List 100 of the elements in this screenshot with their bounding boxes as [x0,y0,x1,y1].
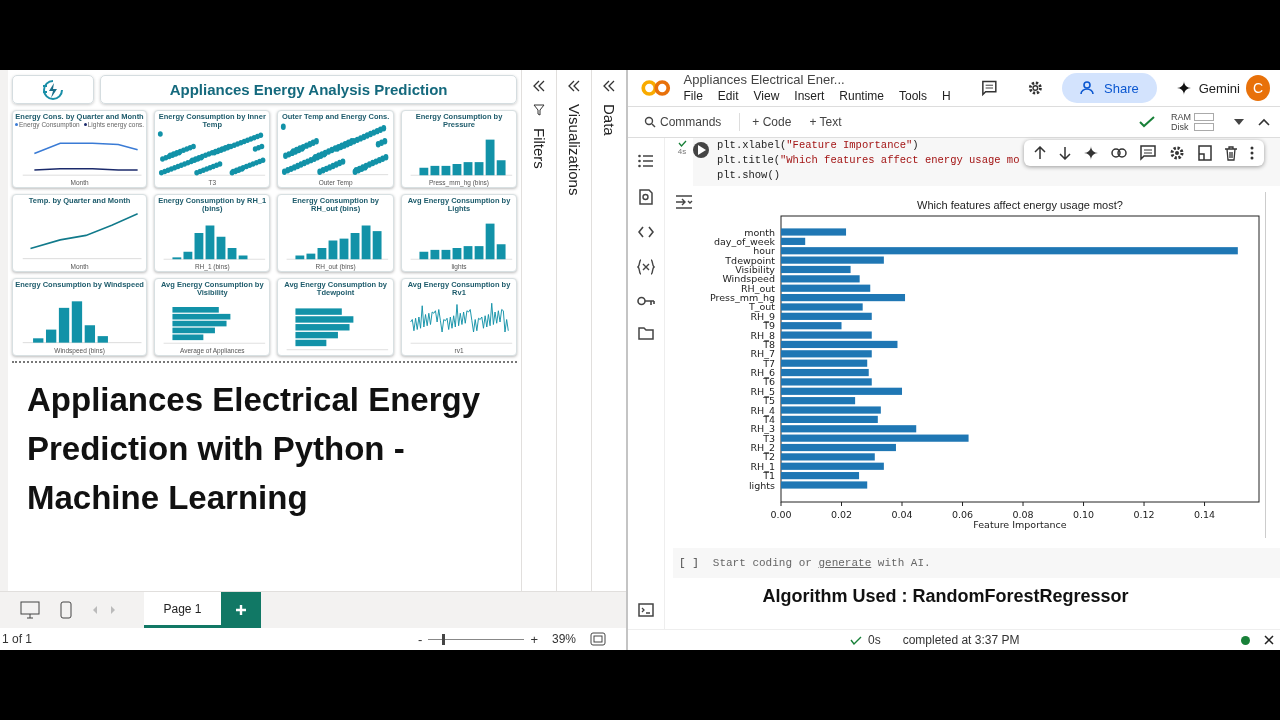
category-label: RH_5 [750,385,775,397]
category-label: RH_3 [750,423,775,435]
check-icon [1139,116,1155,128]
commands-button[interactable]: Commands [638,114,728,130]
tick-label: 0.14 [1193,509,1216,520]
tick-label: 0.00 [770,509,792,520]
tick-label: 0.08 [1012,509,1034,520]
code-line: plt.xlabel("Feature Importance") [717,138,920,153]
table-of-contents-icon[interactable] [638,154,654,168]
page-count: 1 of 1 [2,632,33,646]
search-icon [644,116,656,128]
category-label: Tdewpoint [725,254,775,266]
logo-icon [640,79,672,97]
menu-item[interactable]: File [683,89,703,103]
category-label: RH_7 [750,348,775,360]
more-icon[interactable] [1250,146,1254,160]
settings-icon[interactable] [1027,79,1045,97]
check-icon [677,140,687,147]
add-text-button[interactable]: + Text [803,114,848,130]
output-icon[interactable] [675,194,693,210]
zoom-thumb[interactable] [441,633,445,645]
menu-item[interactable]: Runtime [839,89,884,103]
collapse-icon[interactable] [532,80,547,92]
comment-icon[interactable] [1140,145,1156,161]
caption-line: Appliances Electrical Energy [27,380,482,420]
connected-indicator [1241,635,1250,645]
side-pane[interactable]: Data [591,70,626,591]
settings-icon[interactable] [1169,145,1185,161]
move-down-icon[interactable] [1059,146,1071,160]
dropdown-icon[interactable] [1234,119,1244,125]
desktop-icon[interactable] [20,601,40,619]
delete-icon[interactable] [1225,145,1237,161]
collapse-icon[interactable] [567,80,582,92]
collapse-icon[interactable] [602,80,616,92]
add-code-button[interactable]: + Code [746,114,798,130]
sparkle-icon[interactable] [1084,146,1098,160]
variables-icon[interactable] [637,259,655,275]
fit-page-icon[interactable] [590,632,606,646]
notebook-title[interactable]: Appliances Electrical Ener... [683,73,951,87]
empty-code-cell[interactable]: [ ] Start coding or generate with AI. [673,548,1280,578]
link-icon[interactable] [1111,148,1127,158]
category-label: Press_mm_hg [709,292,775,304]
share-button[interactable]: Share [1062,73,1157,103]
tick-label: 0.04 [891,509,913,520]
gemini-button[interactable]: Gemini [1170,79,1246,97]
category-label: RH_9 [750,310,775,322]
play-icon [698,145,706,155]
category-label: T7 [763,357,775,369]
status-message: completed at 3:37 PM [902,633,1020,647]
page-tab[interactable]: Page 1 [144,592,221,628]
cell-placeholder: Start coding or generate with AI. [712,557,931,569]
resources-meter[interactable]: RAM Disk [1171,112,1214,132]
add-page-button[interactable] [221,592,261,628]
tick-label: 0.12 [1133,509,1155,520]
cell-brackets: [ ] [679,557,699,569]
zoom-in-button[interactable]: + [530,631,538,647]
side-pane[interactable]: Filters [521,70,557,591]
side-pane[interactable]: Visualizations [556,70,592,591]
disk-label: Disk [1171,122,1190,132]
menu-item[interactable]: Insert [794,89,825,103]
category-label: lights [749,479,775,491]
report-title: Appliances Energy Analysis Prediction [100,75,518,104]
find-icon[interactable] [639,189,653,205]
filter-icon [533,104,546,116]
category-label: T9 [763,320,775,332]
terminal-icon[interactable] [638,603,654,617]
pane-label: Data [600,104,618,136]
category-label: RH_2 [750,442,775,453]
category-label: hour [753,245,775,257]
chart-title: Which features affect energy usage most? [917,199,1123,211]
caption-line: Prediction with Python - [27,429,406,469]
tick-label: 0.06 [951,509,974,520]
menu-item[interactable]: Tools [899,89,928,103]
collapse-icon[interactable] [1258,118,1270,126]
move-up-icon[interactable] [1034,146,1046,160]
mirror-cell-icon[interactable] [1198,145,1212,161]
execution-time: 4s [677,147,687,156]
generate-link[interactable]: generate [818,557,872,569]
menu-item[interactable]: View [753,89,780,103]
folder-icon[interactable] [638,327,654,340]
check-icon [850,635,862,645]
tick-label: 0.02 [830,509,853,520]
menu-item[interactable]: Edit [717,89,739,103]
category-label: RH_out [740,282,775,294]
category-label: T3 [763,432,775,444]
category-label: T5 [763,395,775,407]
phone-icon[interactable] [60,601,72,619]
menu-item[interactable]: H [942,89,951,103]
category-label: RH_1 [750,460,775,472]
zoom-out-button[interactable]: - [418,631,423,647]
plus-icon [235,604,247,616]
markdown-heading: Algorithm Used : RandomForestRegressor [761,586,1130,607]
zoom-slider[interactable] [428,633,525,645]
close-icon[interactable] [1264,635,1274,645]
key-icon[interactable] [637,296,655,306]
pane-label: Filters [530,128,548,169]
code-icon[interactable] [638,226,654,238]
run-button[interactable] [693,142,709,158]
elapsed-time: 0s [868,633,881,647]
comment-icon[interactable] [980,79,998,97]
